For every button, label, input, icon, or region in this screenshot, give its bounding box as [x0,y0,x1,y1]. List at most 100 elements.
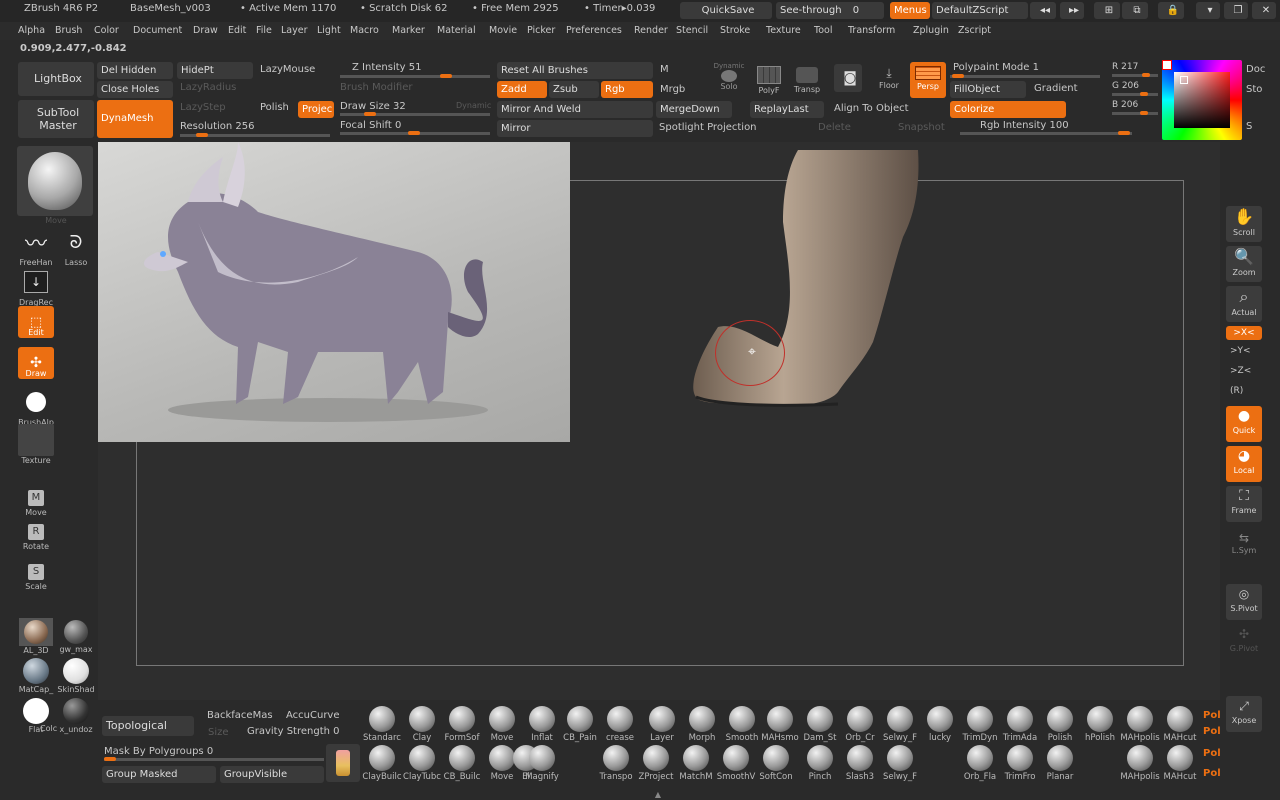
brush-dam-st[interactable]: Dam_St [800,706,840,743]
lsym-button[interactable]: ⇆ L.Sym [1226,530,1262,566]
accucurve-toggle[interactable]: AccuCurve [286,710,340,721]
focal-shift-slider[interactable]: Focal Shift 0 [340,120,401,131]
brush-planar[interactable]: Planar [1040,745,1080,782]
menu-zscript[interactable]: Zscript [958,25,991,36]
brush-crease[interactable]: crease [600,706,640,743]
brush-polish[interactable]: Polish [1040,706,1080,743]
brush-inflat[interactable]: Inflat [522,706,562,743]
brush-trimdyn[interactable]: TrimDyn [960,706,1000,743]
draw-size-knob[interactable] [364,112,376,116]
close-icon[interactable]: ✕ [1252,2,1276,19]
menu-movie[interactable]: Movie [489,25,517,36]
snapshot-button[interactable]: Snapshot [898,122,945,133]
menu-stroke[interactable]: Stroke [720,25,750,36]
mergedown-button[interactable]: MergeDown [656,101,732,118]
edit-mode-button[interactable]: ⬚ Edit [17,306,55,338]
stroke-preview[interactable] [326,744,360,782]
brush-mahsmo[interactable]: MAHsmo [760,706,800,743]
group-masked-button[interactable]: Group Masked [102,766,216,783]
resolution-slider[interactable]: Resolution 256 [180,121,255,132]
menu-brush[interactable]: Brush [55,25,82,36]
menu-render[interactable]: Render [634,25,668,36]
lazystep-slider[interactable]: LazyStep [180,102,226,113]
zoom-button[interactable]: 🔍 Zoom [1226,246,1262,282]
subtool-master-button[interactable]: SubTool Master [18,100,94,138]
rgb-intensity-slider[interactable]: Rgb Intensity 100 [980,120,1069,131]
menu-picker[interactable]: Picker [527,25,555,36]
frame-button[interactable]: ⛶ Frame [1226,486,1262,522]
align-to-object-button[interactable]: Align To Object [834,103,909,114]
local-button[interactable]: ◕ Local [1226,446,1262,482]
mask-polygroups-knob[interactable] [104,757,116,761]
blue-knob[interactable] [1140,111,1148,115]
x-symmetry-toggle[interactable]: >X< [1226,326,1262,340]
scroll-button[interactable]: ✋ Scroll [1226,206,1262,242]
brush-pinch[interactable]: Pinch [800,745,840,782]
mask-by-polygroups-slider[interactable]: Mask By Polygroups 0 [104,746,213,757]
actual-button[interactable]: ⌕ Actual [1226,286,1262,322]
canvas[interactable]: ⌖ [98,142,1220,700]
spivot-button[interactable]: ◎ S.Pivot [1226,584,1262,620]
topological-toggle[interactable]: Topological [102,716,194,736]
color-picker[interactable] [1162,60,1242,140]
menu-color[interactable]: Color [94,25,119,36]
solo-button[interactable]: Dynamic Solo [708,62,750,98]
lasso-button[interactable]: ᘐ Lasso [57,226,95,268]
menu-preferences[interactable]: Preferences [566,25,622,36]
menu-tool[interactable]: Tool [814,25,832,36]
brush-hpolish[interactable]: hPolish [1080,706,1120,743]
brush-trimfro[interactable]: TrimFro [1000,745,1040,782]
lazymouse-button[interactable]: LazyMouse [260,64,315,75]
red-knob[interactable] [1142,73,1150,77]
primary-color-swatch[interactable] [1162,60,1172,70]
z-intensity-slider[interactable]: Z Intensity 51 [352,62,421,73]
delete-button[interactable]: Delete [818,122,851,133]
material-gwmax[interactable]: gw_max [57,618,95,654]
green-knob[interactable] [1140,92,1148,96]
menu-material[interactable]: Material [437,25,476,36]
scale-mode-button[interactable]: S Scale [17,562,55,591]
menu-transform[interactable]: Transform [848,25,895,36]
menu-zplugin[interactable]: Zplugin [913,25,949,36]
quick-button[interactable]: ● Quick [1226,406,1262,442]
next-icon[interactable]: ▸▸ [1060,2,1084,19]
brush-smooth[interactable]: Smooth [722,706,762,743]
brush-cb-pain[interactable]: CB_Pain [560,706,600,743]
undo-button[interactable]: x_undoz [57,698,95,734]
brush-trimada[interactable]: TrimAda [1000,706,1040,743]
close-holes-button[interactable]: Close Holes [97,81,173,98]
gpivot-button[interactable]: ✣ G.Pivot [1226,624,1262,660]
brush-mahpolis[interactable]: MAHpolis [1120,706,1160,743]
menu-texture[interactable]: Texture [766,25,801,36]
material-al3d[interactable]: AL_3D [17,618,55,655]
draw-size-slider[interactable]: Draw Size 32 [340,101,406,112]
current-tool-button[interactable]: Move [17,146,95,225]
menu-macro[interactable]: Macro [350,25,379,36]
menu-stencil[interactable]: Stencil [676,25,708,36]
polypaint-knob[interactable] [952,74,964,78]
dynamesh-button[interactable]: DynaMesh [97,100,173,138]
material-skinshade[interactable]: SkinShad [57,658,95,694]
spotlight-projection-button[interactable]: Spotlight Projection [659,122,757,133]
tray-toggle-icon[interactable]: ▲ [650,790,666,799]
brush-matchm[interactable]: MatchM [676,745,716,782]
brush-clay[interactable]: Clay [402,706,442,743]
brush-layer[interactable]: Layer [642,706,682,743]
y-symmetry-toggle[interactable]: >Y< [1230,346,1251,356]
menu-draw[interactable]: Draw [193,25,218,36]
menu-layer[interactable]: Layer [281,25,308,36]
document-tab[interactable]: Doc [1246,64,1265,75]
brush-smoothv[interactable]: SmoothV [716,745,756,782]
brush-transpo[interactable]: Transpo [596,745,636,782]
menu-edit[interactable]: Edit [228,25,246,36]
mirror-button[interactable]: Mirror [497,120,653,137]
brush-standarc[interactable]: Standarc [362,706,402,743]
focal-shift-knob[interactable] [408,131,420,135]
polyf-button[interactable]: PolyF [752,62,786,98]
brush-orb-cr[interactable]: Orb_Cr [840,706,880,743]
lazyradius-slider[interactable]: LazyRadius [180,82,236,93]
menu-marker[interactable]: Marker [392,25,425,36]
blue-value[interactable]: B 206 [1112,100,1138,110]
brush-orb-fla[interactable]: Orb_Fla [960,745,1000,782]
brush-modifier-slider[interactable]: Brush Modifier [340,82,412,93]
